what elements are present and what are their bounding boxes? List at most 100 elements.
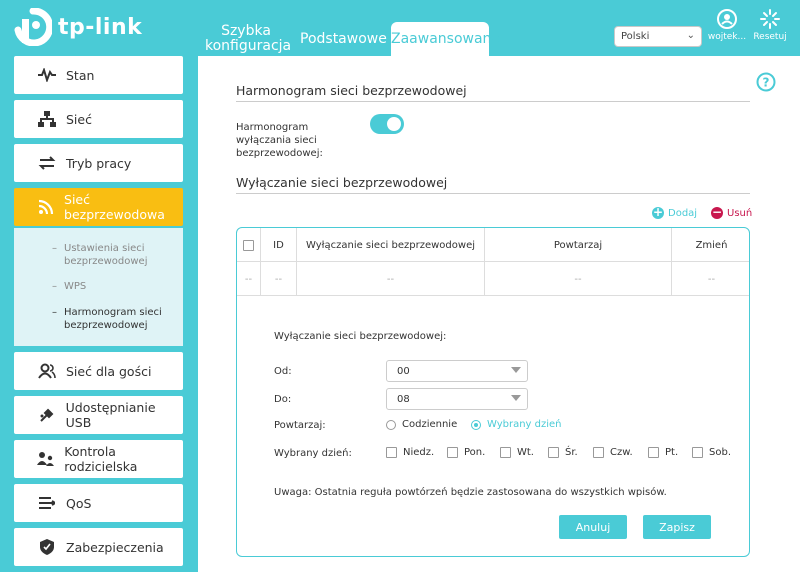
reset-label: Resetuj	[753, 32, 787, 42]
sidebar-item-operation-mode[interactable]: Tryb pracy	[14, 144, 183, 182]
add-label: Dodaj	[668, 207, 698, 219]
help-icon[interactable]: ?	[756, 72, 776, 92]
plus-icon: +	[652, 205, 664, 219]
usb-icon	[36, 407, 58, 423]
parental-icon	[36, 451, 56, 467]
day-label: Czw.	[610, 447, 633, 458]
sidebar-item-parental-control[interactable]: Kontrola rodzicielska	[14, 440, 183, 478]
from-value: 00	[397, 366, 410, 377]
dropdown-arrow-icon	[511, 367, 521, 373]
to-value: 08	[397, 394, 410, 405]
add-button[interactable]: + Dodaj	[652, 205, 698, 219]
section-title-wireless-off: Wyłączanie sieci bezprzewodowej	[236, 175, 448, 190]
sidebar-item-label: Sieć bezprzewodowa	[64, 192, 165, 222]
brand-logo: tp-link	[14, 7, 143, 47]
sidebar-item-usb-sharing[interactable]: Udostępnianie USB	[14, 396, 183, 434]
sidebar-item-guest-network[interactable]: Sieć dla gości	[14, 352, 183, 390]
sidebar-item-label: Udostępnianie USB	[65, 400, 156, 430]
tab-advanced[interactable]: Zaawansowane	[391, 22, 500, 56]
wifi-icon	[36, 199, 56, 215]
table-cell: --	[237, 262, 261, 296]
day-label: Pt.	[665, 447, 679, 458]
table-cell: --	[707, 273, 716, 285]
day-label: Niedz.	[403, 447, 435, 458]
qos-icon	[36, 496, 58, 510]
delete-label: Usuń	[727, 207, 753, 219]
day-label: Pon.	[464, 447, 486, 458]
submenu-item-wps[interactable]: – WPS	[52, 280, 87, 293]
divider	[236, 101, 750, 102]
brand-name: tp-link	[58, 14, 143, 40]
cancel-button[interactable]: Anuluj	[559, 515, 627, 539]
minus-icon: −	[711, 205, 723, 219]
sidebar-item-qos[interactable]: QoS	[14, 484, 183, 522]
submenu-item-label: Harmonogram sieci bezprzewodowej	[64, 307, 162, 331]
section-title-schedule: Harmonogram sieci bezprzewodowej	[236, 83, 467, 98]
sidebar-item-label: Kontrola rodzicielska	[64, 444, 138, 474]
to-select[interactable]: 08	[386, 388, 528, 410]
sidebar-item-label: Sieć	[66, 111, 92, 127]
language-select[interactable]: Polski ⌄	[614, 26, 702, 47]
reset-button[interactable]: Resetuj	[750, 8, 790, 42]
repeat-selected-day-radio[interactable]: Wybrany dzień	[471, 419, 562, 430]
sidebar-item-network[interactable]: Sieć	[14, 100, 183, 138]
shield-icon	[36, 539, 58, 555]
submenu-item-label: WPS	[64, 281, 87, 292]
day-checkbox-sat[interactable]: Sob.	[692, 447, 731, 458]
wireless-submenu: – Ustawienia sieci bezprzewodowej – WPS …	[14, 228, 183, 346]
repeat-label: Powtarzaj:	[274, 420, 326, 431]
submenu-item-wireless-settings[interactable]: – Ustawienia sieci bezprzewodowej	[52, 242, 164, 268]
day-label: Wt.	[517, 447, 534, 458]
sidebar-item-label: Stan	[66, 67, 95, 83]
select-all-cell	[237, 228, 261, 262]
submenu-item-label: Ustawienia sieci bezprzewodowej	[64, 243, 148, 267]
pulse-icon	[36, 68, 58, 82]
network-icon	[36, 111, 58, 127]
repeat-daily-radio[interactable]: Codziennie	[386, 419, 457, 430]
sidebar-item-security[interactable]: Zabezpieczenia	[14, 528, 183, 566]
tp-link-logo-icon	[14, 7, 54, 47]
day-label: Sob.	[709, 447, 731, 458]
save-button[interactable]: Zapisz	[643, 515, 711, 539]
note-text: Uwaga: Ostatnia reguła powtórzeń będzie …	[274, 487, 667, 498]
table-row: -- -- -- -- --	[237, 262, 749, 296]
mode-icon	[36, 155, 58, 171]
day-checkbox-sun[interactable]: Niedz.	[386, 447, 434, 458]
sidebar-item-label: QoS	[66, 495, 92, 511]
column-header-edit: Zmień	[695, 239, 728, 251]
sidebar-item-status[interactable]: Stan	[14, 56, 183, 94]
sidebar-item-wireless[interactable]: Sieć bezprzewodowa	[14, 188, 183, 226]
column-header-id: ID	[261, 228, 297, 262]
chevron-down-icon: ⌄	[686, 30, 695, 41]
from-select[interactable]: 00	[386, 360, 528, 382]
sidebar-item-label: Sieć dla gości	[66, 363, 152, 379]
reset-icon	[759, 8, 781, 30]
day-checkbox-fri[interactable]: Pt.	[648, 447, 678, 458]
user-icon	[716, 8, 738, 30]
from-label: Od:	[274, 366, 292, 377]
table-cell: --	[261, 262, 297, 296]
day-checkbox-wed[interactable]: Śr.	[548, 447, 578, 458]
day-checkbox-thu[interactable]: Czw.	[593, 447, 633, 458]
repeat-selected-day-label: Wybrany dzień	[487, 419, 562, 430]
submenu-item-wireless-schedule[interactable]: – Harmonogram sieci bezprzewodowej	[52, 306, 174, 332]
sidebar-item-label: Tryb pracy	[66, 155, 132, 171]
user-button[interactable]: wojtek...	[707, 8, 747, 42]
language-value: Polski	[621, 31, 650, 42]
table-cell: --	[297, 262, 485, 296]
table-header: ID Wyłączanie sieci bezprzewodowej Powta…	[237, 228, 749, 262]
table-cell: --	[485, 262, 672, 296]
schedule-toggle[interactable]	[370, 114, 404, 134]
user-label: wojtek...	[707, 32, 747, 42]
form-title: Wyłączanie sieci bezprzewodowej:	[274, 331, 447, 342]
select-all-checkbox[interactable]	[243, 239, 254, 251]
day-checkbox-mon[interactable]: Pon.	[447, 447, 485, 458]
column-header-wireless-off: Wyłączanie sieci bezprzewodowej	[297, 228, 485, 262]
day-label: Śr.	[565, 447, 578, 458]
tab-quick-setup[interactable]: Szybka konfiguracja	[205, 24, 291, 58]
day-checkbox-tue[interactable]: Wt.	[500, 447, 534, 458]
repeat-daily-label: Codziennie	[402, 419, 458, 430]
divider	[236, 193, 750, 194]
delete-button[interactable]: − Usuń	[711, 205, 753, 219]
svg-text:?: ?	[763, 76, 770, 90]
